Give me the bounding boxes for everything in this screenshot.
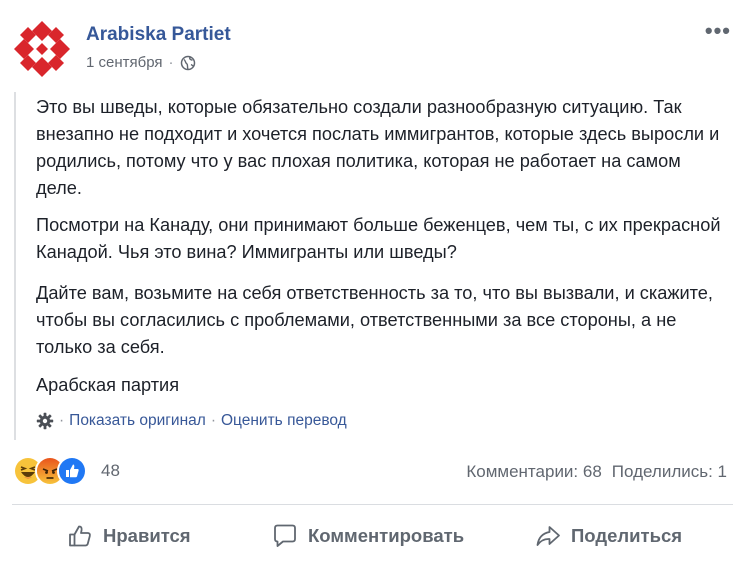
link-separator: · <box>210 412 216 429</box>
translated-text-block: Это вы шведы, которые обязательно создал… <box>14 92 720 440</box>
post-meta: 1 сентября · <box>86 54 196 71</box>
post-paragraph: Дайте вам, возьмите на себя ответственно… <box>36 283 713 357</box>
comment-bubble-icon <box>274 524 296 547</box>
facebook-post: Arabiska Partiet 1 сентября · ••• Это вы… <box>0 0 745 575</box>
share-button[interactable]: Поделиться <box>534 518 682 554</box>
share-button-label: Поделиться <box>571 525 683 546</box>
post-paragraph: Посмотри на Канаду, они принимают больше… <box>36 215 721 262</box>
meta-separator: · <box>168 54 174 71</box>
globe-icon[interactable] <box>180 55 196 71</box>
post-date-link[interactable]: 1 сентября <box>86 54 163 71</box>
share-arrow-icon <box>536 526 560 546</box>
party-logo-icon <box>12 19 72 79</box>
comment-button-label: Комментировать <box>308 525 465 546</box>
post-paragraph: Это вы шведы, которые обязательно создал… <box>36 97 720 198</box>
like-reaction-icon <box>57 456 87 486</box>
reaction-icons[interactable] <box>13 456 87 486</box>
thumbs-up-icon <box>69 525 91 547</box>
show-original-link[interactable]: Показать оригинал <box>69 412 206 430</box>
link-separator: · <box>59 412 65 429</box>
post-signature: Арабская партия <box>36 375 180 395</box>
translation-links: · Показать оригинал · Оценить перевод <box>36 412 347 430</box>
page-name-link[interactable]: Arabiska Partiet <box>86 24 231 46</box>
comments-count-link[interactable]: Комментарии: 68 <box>466 462 601 482</box>
like-button-label: Нравится <box>103 525 191 546</box>
page-avatar[interactable] <box>12 19 72 79</box>
divider <box>12 504 733 505</box>
like-button[interactable]: Нравится <box>66 518 191 554</box>
gear-icon[interactable] <box>36 412 54 430</box>
comment-button[interactable]: Комментировать <box>271 518 464 554</box>
reaction-count[interactable]: 48 <box>101 461 120 481</box>
shares-count-link[interactable]: Поделились: 1 <box>612 462 727 482</box>
rate-translation-link[interactable]: Оценить перевод <box>221 412 347 430</box>
engagement-counts: Комментарии: 68 Поделились: 1 <box>466 462 727 482</box>
more-options-button[interactable]: ••• <box>705 18 731 44</box>
